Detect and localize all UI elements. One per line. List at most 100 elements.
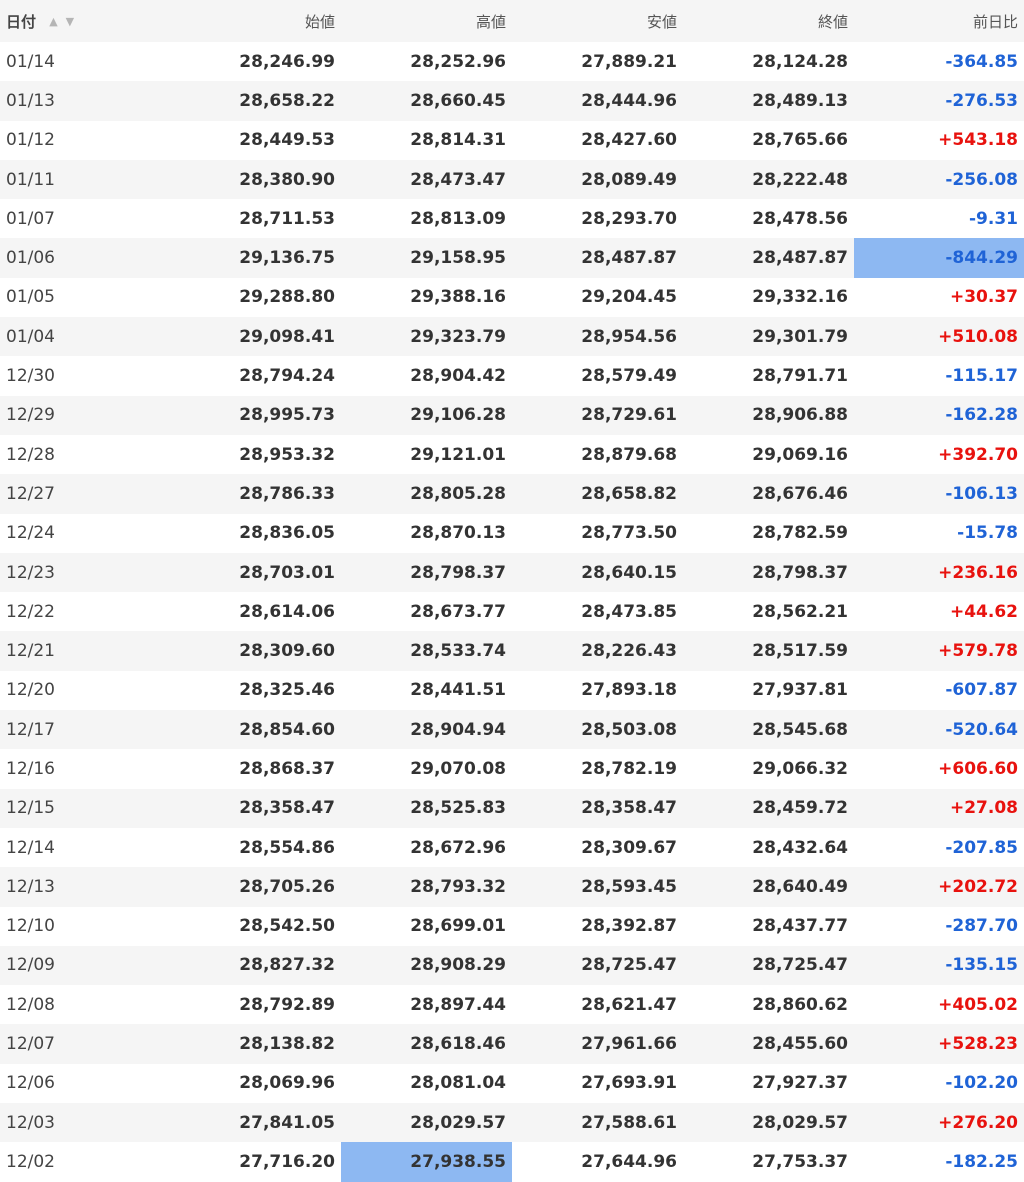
date-cell[interactable]: 01/14 xyxy=(0,42,170,81)
close-cell[interactable]: 28,455.60 xyxy=(683,1024,854,1063)
low-cell[interactable]: 28,954.56 xyxy=(512,317,683,356)
open-cell[interactable]: 29,136.75 xyxy=(170,238,341,277)
change-cell[interactable]: -607.87 xyxy=(854,671,1024,710)
change-cell[interactable]: +30.37 xyxy=(854,278,1024,317)
close-cell[interactable]: 28,906.88 xyxy=(683,396,854,435)
date-cell[interactable]: 12/02 xyxy=(0,1142,170,1181)
close-cell[interactable]: 28,765.66 xyxy=(683,121,854,160)
low-cell[interactable]: 29,204.45 xyxy=(512,278,683,317)
table-row[interactable]: 12/02 27,716.20 27,938.55 27,644.96 27,753.3… xyxy=(0,1142,1024,1182)
close-cell[interactable]: 29,332.16 xyxy=(683,278,854,317)
table-row[interactable]: 12/16 28,868.37 29,070.08 28,782.19 29,066.3… xyxy=(0,749,1024,789)
high-cell[interactable]: 28,252.96 xyxy=(341,42,512,81)
low-cell[interactable]: 27,961.66 xyxy=(512,1024,683,1063)
open-cell[interactable]: 28,138.82 xyxy=(170,1024,341,1063)
high-cell[interactable]: 28,870.13 xyxy=(341,514,512,553)
close-cell[interactable]: 28,791.71 xyxy=(683,356,854,395)
low-cell[interactable]: 27,693.91 xyxy=(512,1064,683,1103)
table-row[interactable]: 12/20 28,325.46 28,441.51 27,893.18 27,937.8… xyxy=(0,670,1024,711)
open-cell[interactable]: 28,794.24 xyxy=(170,356,341,395)
open-cell[interactable]: 28,069.96 xyxy=(170,1064,341,1103)
close-cell[interactable]: 28,860.62 xyxy=(683,985,854,1024)
high-cell[interactable]: 28,814.31 xyxy=(341,121,512,160)
open-cell[interactable]: 28,449.53 xyxy=(170,121,341,160)
high-cell[interactable]: 28,672.96 xyxy=(341,828,512,867)
close-cell[interactable]: 29,066.32 xyxy=(683,749,854,788)
open-cell[interactable]: 28,792.89 xyxy=(170,985,341,1024)
change-cell[interactable]: -276.53 xyxy=(854,81,1024,120)
open-cell[interactable]: 29,288.80 xyxy=(170,278,341,317)
close-cell[interactable]: 28,676.46 xyxy=(683,474,854,513)
date-cell[interactable]: 12/24 xyxy=(0,514,170,553)
table-row[interactable]: 12/13 28,705.26 28,793.32 28,593.45 28,640.4… xyxy=(0,867,1024,907)
high-cell[interactable]: 28,618.46 xyxy=(341,1024,512,1063)
low-cell[interactable]: 28,503.08 xyxy=(512,710,683,749)
column-header-low[interactable]: 安値 xyxy=(512,0,683,42)
change-cell[interactable]: +392.70 xyxy=(854,435,1024,474)
column-header-close[interactable]: 終値 xyxy=(683,0,854,42)
close-cell[interactable]: 28,545.68 xyxy=(683,710,854,749)
table-row[interactable]: 12/22 28,614.06 28,673.77 28,473.85 28,562.2… xyxy=(0,592,1024,632)
date-cell[interactable]: 12/21 xyxy=(0,631,170,670)
high-cell[interactable]: 29,323.79 xyxy=(341,317,512,356)
close-cell[interactable]: 28,640.49 xyxy=(683,867,854,906)
high-cell[interactable]: 28,908.29 xyxy=(341,946,512,985)
table-row[interactable]: 01/12 28,449.53 28,814.31 28,427.60 28,765.6… xyxy=(0,120,1024,160)
date-cell[interactable]: 12/17 xyxy=(0,710,170,749)
low-cell[interactable]: 28,725.47 xyxy=(512,946,683,985)
open-cell[interactable]: 28,868.37 xyxy=(170,749,341,788)
change-cell[interactable]: -106.13 xyxy=(854,474,1024,513)
high-cell[interactable]: 28,813.09 xyxy=(341,199,512,238)
table-row[interactable]: 12/10 28,542.50 28,699.01 28,392.87 28,437.7… xyxy=(0,906,1024,946)
high-cell[interactable]: 28,904.94 xyxy=(341,710,512,749)
low-cell[interactable]: 28,392.87 xyxy=(512,907,683,946)
close-cell[interactable]: 27,937.81 xyxy=(683,671,854,710)
low-cell[interactable]: 28,427.60 xyxy=(512,121,683,160)
close-cell[interactable]: 28,487.87 xyxy=(683,238,854,277)
high-cell[interactable]: 28,660.45 xyxy=(341,81,512,120)
open-cell[interactable]: 28,786.33 xyxy=(170,474,341,513)
open-cell[interactable]: 28,542.50 xyxy=(170,907,341,946)
open-cell[interactable]: 28,358.47 xyxy=(170,789,341,828)
table-row[interactable]: 12/09 28,827.32 28,908.29 28,725.47 28,725.4… xyxy=(0,945,1024,986)
table-row[interactable]: 12/21 28,309.60 28,533.74 28,226.43 28,517.5… xyxy=(0,631,1024,671)
low-cell[interactable]: 28,358.47 xyxy=(512,789,683,828)
high-cell[interactable]: 28,897.44 xyxy=(341,985,512,1024)
change-cell[interactable]: +543.18 xyxy=(854,121,1024,160)
change-cell[interactable]: +27.08 xyxy=(854,789,1024,828)
change-cell[interactable]: +236.16 xyxy=(854,553,1024,592)
table-row[interactable]: 12/14 28,554.86 28,672.96 28,309.67 28,432.6… xyxy=(0,827,1024,868)
sort-ascending-icon[interactable]: ▲ xyxy=(49,15,59,28)
date-cell[interactable]: 12/20 xyxy=(0,671,170,710)
high-cell[interactable]: 28,793.32 xyxy=(341,867,512,906)
date-cell[interactable]: 01/12 xyxy=(0,121,170,160)
table-row[interactable]: 01/14 28,246.99 28,252.96 27,889.21 28,124.2… xyxy=(0,42,1024,82)
table-row[interactable]: 12/27 28,786.33 28,805.28 28,658.82 28,676.4… xyxy=(0,474,1024,514)
date-cell[interactable]: 12/28 xyxy=(0,435,170,474)
high-cell[interactable]: 28,805.28 xyxy=(341,474,512,513)
change-cell[interactable]: -9.31 xyxy=(854,199,1024,238)
open-cell[interactable]: 27,841.05 xyxy=(170,1103,341,1142)
low-cell[interactable]: 28,473.85 xyxy=(512,592,683,631)
date-cell[interactable]: 12/30 xyxy=(0,356,170,395)
change-cell[interactable]: -844.29 xyxy=(854,238,1024,278)
date-cell[interactable]: 12/10 xyxy=(0,907,170,946)
high-cell[interactable]: 29,121.01 xyxy=(341,435,512,474)
low-cell[interactable]: 28,293.70 xyxy=(512,199,683,238)
high-cell[interactable]: 28,673.77 xyxy=(341,592,512,631)
high-cell[interactable]: 28,904.42 xyxy=(341,356,512,395)
change-cell[interactable]: +606.60 xyxy=(854,749,1024,788)
open-cell[interactable]: 28,380.90 xyxy=(170,160,341,199)
low-cell[interactable]: 28,089.49 xyxy=(512,160,683,199)
date-cell[interactable]: 01/05 xyxy=(0,278,170,317)
high-cell[interactable]: 28,699.01 xyxy=(341,907,512,946)
date-cell[interactable]: 12/07 xyxy=(0,1024,170,1063)
table-row[interactable]: 12/24 28,836.05 28,870.13 28,773.50 28,782.5… xyxy=(0,513,1024,553)
low-cell[interactable]: 28,621.47 xyxy=(512,985,683,1024)
change-cell[interactable]: -287.70 xyxy=(854,907,1024,946)
close-cell[interactable]: 28,517.59 xyxy=(683,631,854,670)
low-cell[interactable]: 28,773.50 xyxy=(512,514,683,553)
open-cell[interactable]: 28,309.60 xyxy=(170,631,341,670)
high-cell[interactable]: 29,070.08 xyxy=(341,749,512,788)
table-row[interactable]: 12/17 28,854.60 28,904.94 28,503.08 28,545.6… xyxy=(0,710,1024,750)
